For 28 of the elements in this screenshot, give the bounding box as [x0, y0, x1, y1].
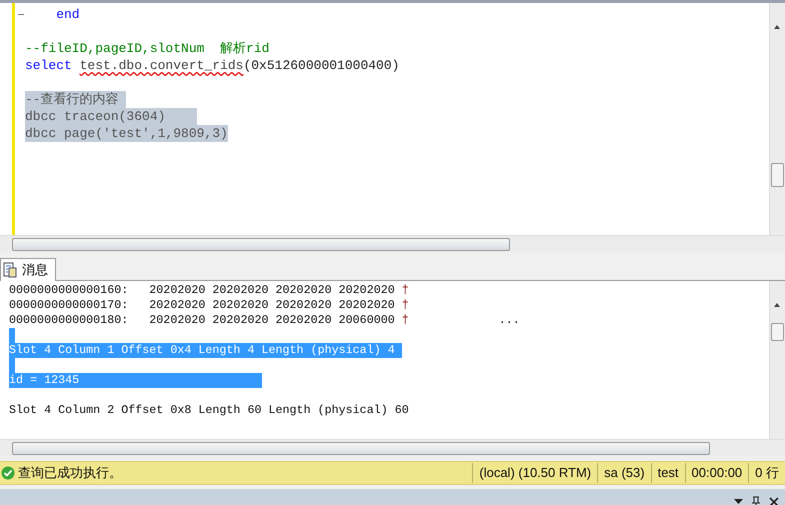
vertical-scrollbar[interactable] — [769, 3, 785, 235]
database-name: test — [650, 463, 685, 483]
row-count: 0 行 — [748, 463, 785, 483]
pin-icon[interactable] — [751, 496, 761, 505]
message-line: 0000000000000170: 20202020 20202020 20202020 20202020 — [9, 298, 396, 313]
status-message: 查询已成功执行。 — [18, 464, 123, 482]
message-line: Slot 4 Column 2 Offset 0x8 Length 60 Length (physical) 60 — [9, 403, 409, 418]
row-marker: † — [402, 283, 409, 297]
message-line: 0000000000000180: 20202020 20202020 20202020 20060000 — [9, 313, 396, 328]
elapsed-time: 00:00:00 — [684, 463, 748, 483]
close-icon[interactable] — [769, 497, 779, 505]
horizontal-scrollbar[interactable] — [0, 439, 785, 456]
code-line: --fileID,pageID,slotNum 解析rid — [25, 40, 270, 57]
collapse-marker[interactable] — [18, 14, 24, 15]
message-line: 0000000000000160: 20202020 20202020 20202020 20202020 — [9, 283, 396, 298]
horizontal-scrollbar[interactable] — [0, 235, 785, 252]
user-name: sa (53) — [597, 463, 651, 483]
messages-tab[interactable]: 消息 — [0, 258, 56, 281]
code-line: end — [55, 6, 80, 23]
row-marker: † — [402, 313, 409, 327]
document-icon — [3, 262, 17, 278]
dropdown-icon[interactable] — [734, 499, 743, 505]
code-line: select test.dbo.convert_rids(0x5126000001000400) — [25, 57, 400, 74]
success-icon — [1, 466, 15, 480]
vertical-scrollbar[interactable] — [769, 281, 785, 439]
row-marker: † — [402, 298, 409, 312]
server-name: (local) (10.50 RTM) — [472, 463, 598, 483]
ellipsis-text: ... — [498, 313, 520, 327]
